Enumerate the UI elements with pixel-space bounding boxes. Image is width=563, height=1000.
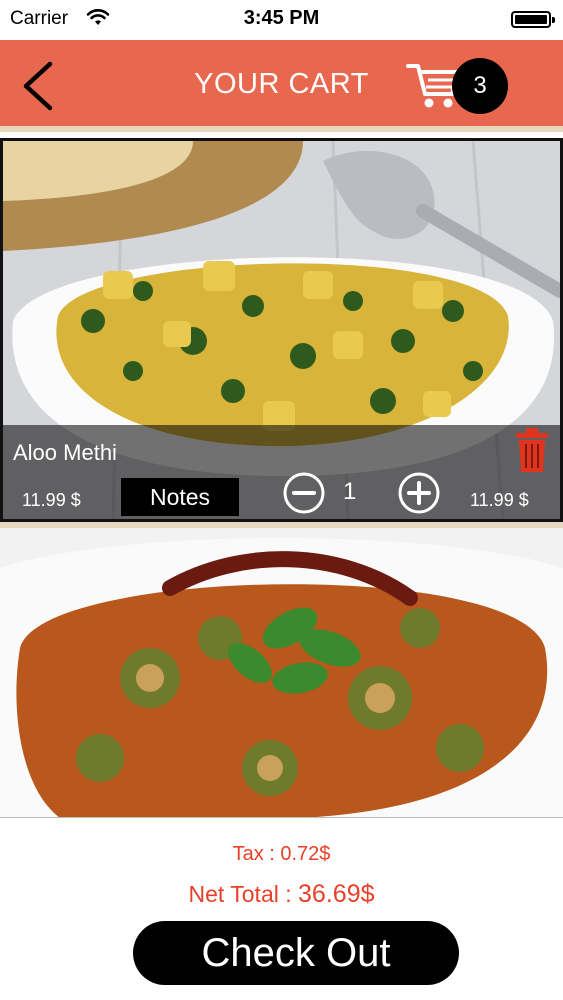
quantity-increase-button[interactable] (397, 471, 441, 515)
tax-label: Tax : 0.72$ (232, 843, 331, 865)
battery-icon (511, 11, 555, 28)
net-total: Net Total : 36.69$ (0, 880, 563, 909)
status-time: 3:45 PM (243, 7, 320, 29)
status-bar: Carrier 3:45 PM (0, 0, 563, 40)
cart-count-badge[interactable]: 3 (452, 58, 508, 114)
item-unit-price: 11.99 $ (22, 490, 81, 510)
item-name: Aloo Methi (13, 440, 117, 465)
quantity-decrease-button[interactable] (282, 471, 326, 515)
nav-bar: YOUR CART 3 (0, 40, 563, 132)
item-line-total: 11.99 $ (470, 490, 529, 510)
checkout-button[interactable]: Check Out (133, 921, 459, 985)
net-total-label: Net Total : (188, 881, 299, 907)
trash-icon[interactable] (514, 426, 550, 474)
net-total-value: 36.69$ (298, 880, 375, 908)
notes-button[interactable]: Notes (121, 478, 239, 516)
bhindi-masala-photo (0, 528, 563, 818)
quantity-value: 1 (343, 478, 357, 505)
